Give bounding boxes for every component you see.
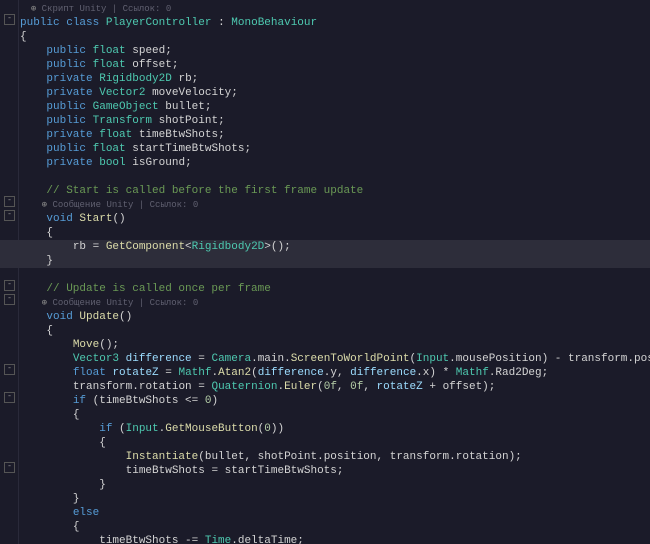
field-declaration: public float startTimeBtwShots; bbox=[20, 142, 650, 156]
kw-class: class bbox=[66, 17, 99, 29]
fold-icon[interactable]: - bbox=[4, 364, 15, 375]
unity-icon: ⊕ bbox=[42, 298, 47, 308]
field-declaration: public GameObject bullet; bbox=[20, 100, 650, 114]
base-type: MonoBehaviour bbox=[231, 17, 317, 29]
field-declaration: private Rigidbody2D rb; bbox=[20, 72, 650, 86]
field-declaration: private Vector2 moveVelocity; bbox=[20, 86, 650, 100]
fold-icon[interactable]: - bbox=[4, 196, 15, 207]
codelens-text[interactable]: Скрипт Unity | Ссылок: 0 bbox=[42, 4, 172, 14]
current-line: rb = GetComponent<Rigidbody2D>(); bbox=[0, 240, 650, 254]
field-declaration: public float offset; bbox=[20, 58, 650, 72]
kw-public: public bbox=[20, 17, 60, 29]
fold-icon[interactable]: - bbox=[4, 210, 15, 221]
fields-block: public float speed; public float offset;… bbox=[20, 44, 650, 170]
unity-icon: ⊕ bbox=[31, 4, 36, 14]
code-editor[interactable]: - - - - - - - - ⊕ Скрипт Unity | Ссылок:… bbox=[0, 0, 650, 544]
field-declaration: public Transform shotPoint; bbox=[20, 114, 650, 128]
code-area[interactable]: ⊕ Скрипт Unity | Ссылок: 0 public class … bbox=[18, 0, 650, 544]
field-declaration: public float speed; bbox=[20, 44, 650, 58]
comment: // Update is called once per frame bbox=[46, 283, 270, 295]
fold-icon[interactable]: - bbox=[4, 392, 15, 403]
fold-icon[interactable]: - bbox=[4, 462, 15, 473]
fold-icon[interactable]: - bbox=[4, 14, 15, 25]
method-update: Update bbox=[79, 311, 119, 323]
class-name: PlayerController bbox=[106, 17, 212, 29]
codelens-text[interactable]: Сообщение Unity | Ссылок: 0 bbox=[52, 298, 198, 308]
unity-icon: ⊕ bbox=[42, 200, 47, 210]
fold-icon[interactable]: - bbox=[4, 280, 15, 291]
codelens-text[interactable]: Сообщение Unity | Ссылок: 0 bbox=[52, 200, 198, 210]
fold-icon[interactable]: - bbox=[4, 294, 15, 305]
field-declaration: private bool isGround; bbox=[20, 156, 650, 170]
comment: // Start is called before the first fram… bbox=[46, 185, 363, 197]
method-start: Start bbox=[79, 213, 112, 225]
field-declaration: private float timeBtwShots; bbox=[20, 128, 650, 142]
gutter: - - - - - - - - bbox=[0, 0, 19, 544]
